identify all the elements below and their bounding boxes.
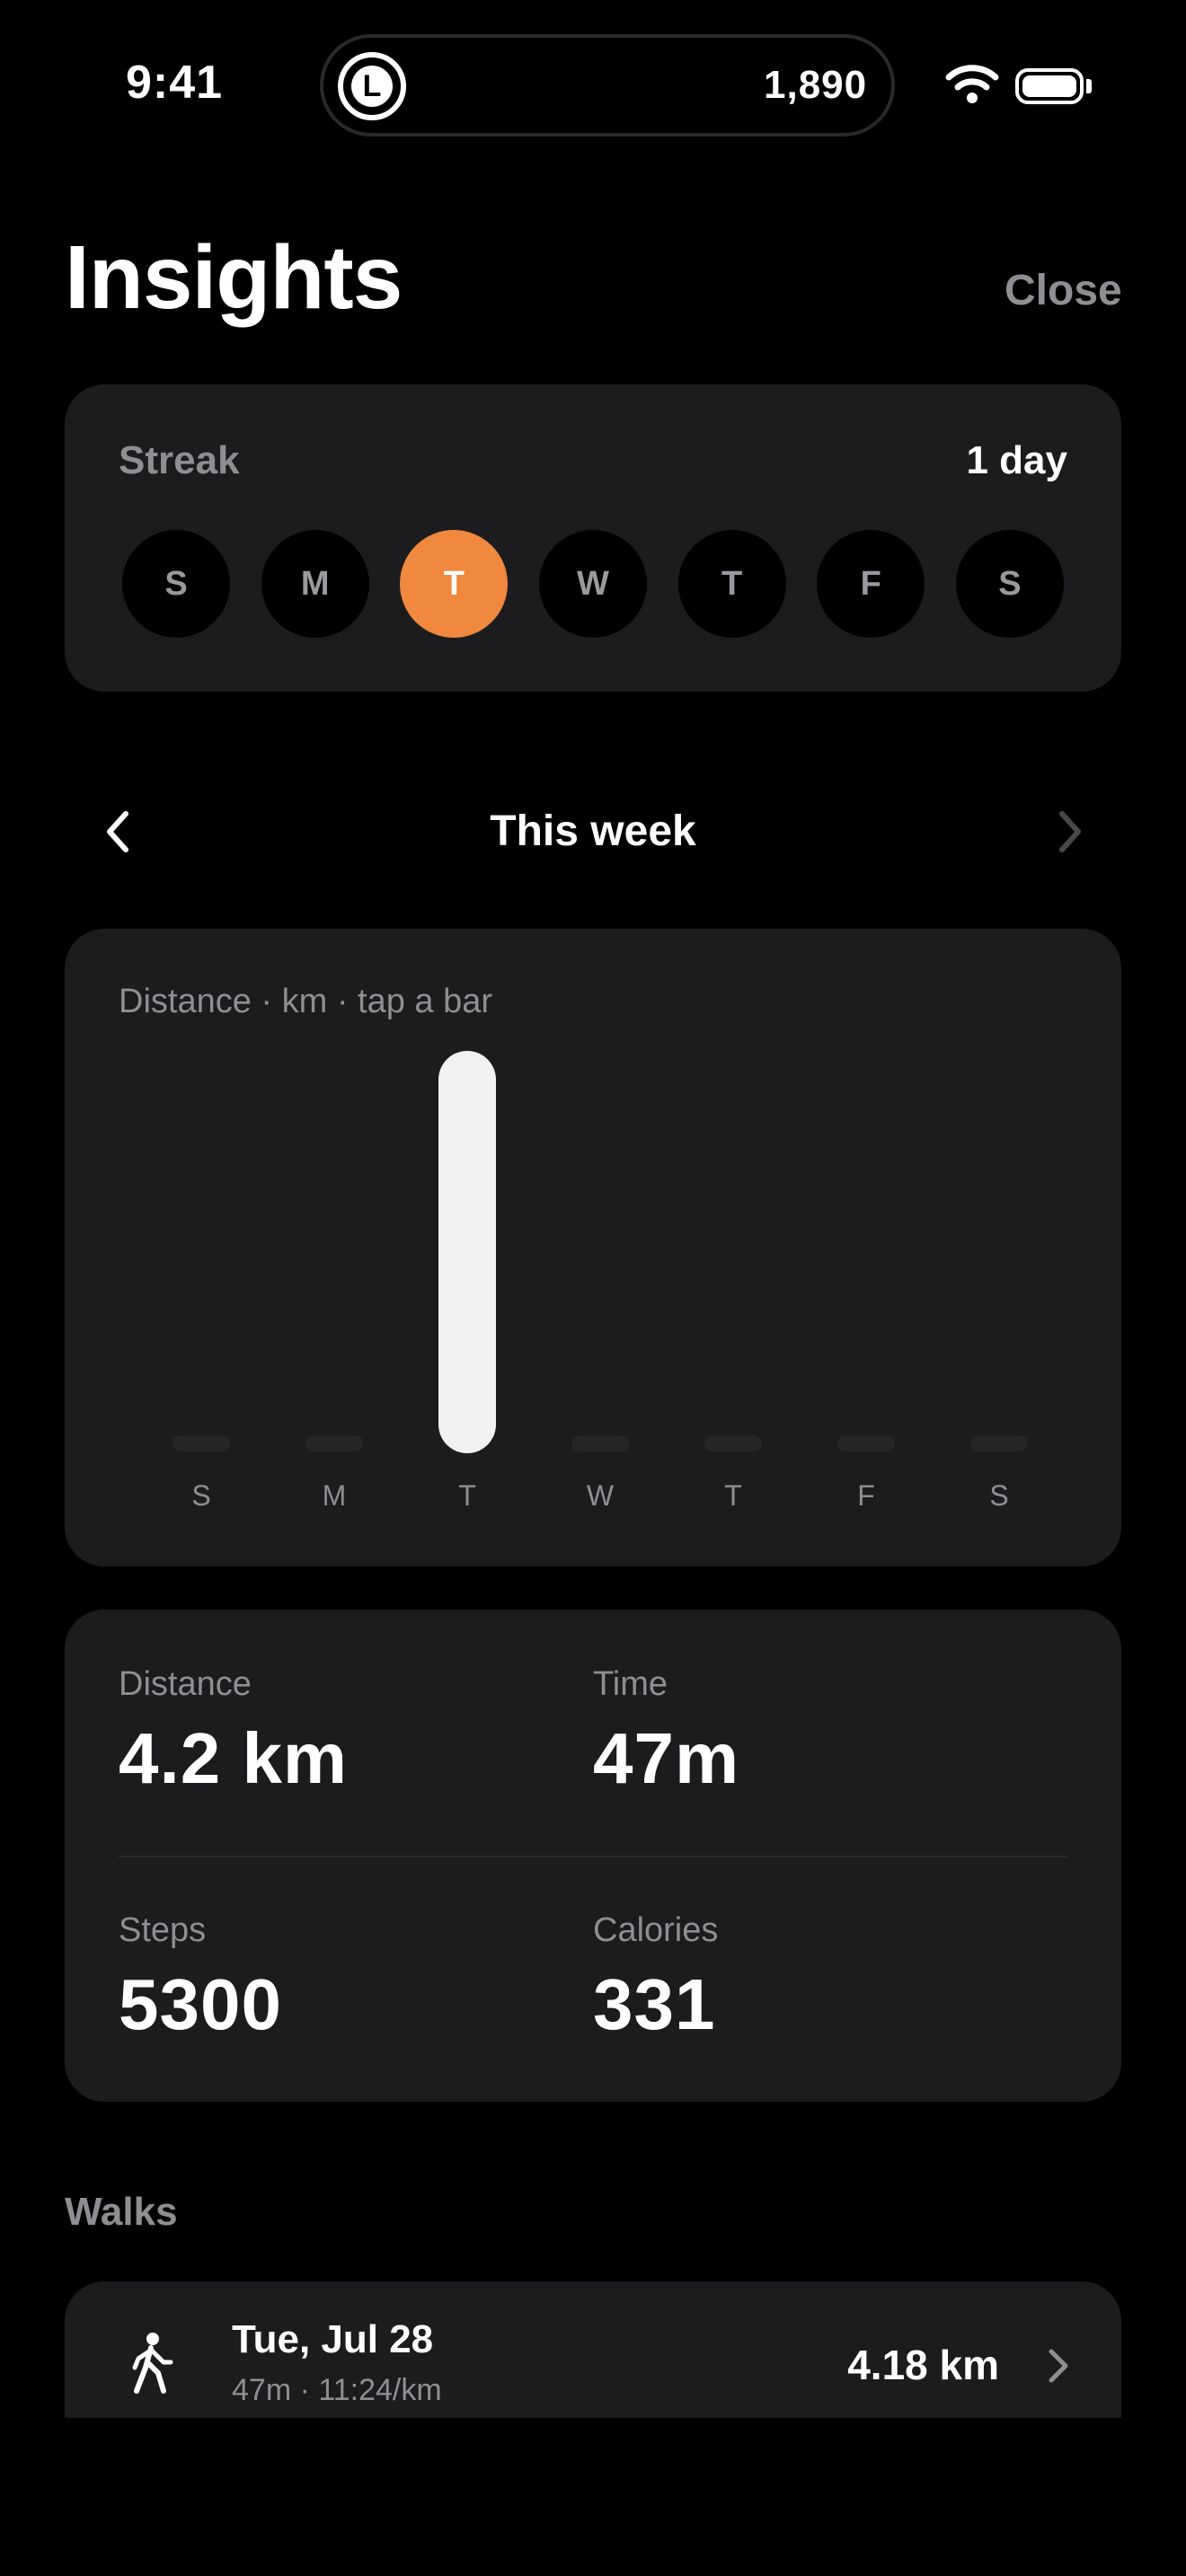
battery-icon — [1015, 68, 1084, 104]
distance-bar-chart[interactable]: SMTWTFS — [119, 1033, 1067, 1518]
streak-day: T — [677, 530, 786, 638]
chart-bar-empty[interactable] — [305, 1435, 363, 1451]
chart-bar-empty[interactable] — [837, 1435, 895, 1451]
time-value: 47m — [593, 1718, 740, 1798]
chevron-right-icon[interactable] — [1051, 805, 1091, 859]
chart-tick-label: M — [323, 1479, 347, 1512]
streak-label: Streak — [119, 438, 240, 482]
chart-tick-label: W — [587, 1479, 615, 1512]
stats-divider — [119, 1856, 1067, 1857]
streak-days-row: S M T W T F S — [122, 530, 1064, 638]
calories-label: Calories — [593, 1911, 719, 1949]
chart-bar-empty[interactable] — [704, 1435, 762, 1451]
streak-value: 1 day — [966, 438, 1067, 482]
calories-value: 331 — [593, 1964, 716, 2044]
chart-tick-label: T — [724, 1479, 742, 1512]
chevron-left-icon[interactable] — [97, 805, 137, 859]
chevron-right-icon — [1049, 2349, 1068, 2383]
chart-bar[interactable] — [438, 1051, 496, 1453]
distance-label: Distance — [119, 1665, 252, 1703]
chart-tick-label: T — [458, 1479, 476, 1512]
steps-label: Steps — [119, 1911, 207, 1949]
wifi-icon — [945, 65, 999, 103]
streak-day: T — [400, 530, 509, 638]
week-title: This week — [490, 807, 696, 855]
chart-bar-empty[interactable] — [173, 1435, 230, 1451]
battery-cap — [1086, 79, 1092, 93]
steps-value: 5300 — [119, 1964, 282, 2044]
streak-day: W — [538, 530, 647, 638]
time-label: Time — [593, 1665, 668, 1703]
chart-tick-label: S — [191, 1479, 210, 1512]
walk-date: Tue, Jul 28 — [232, 2317, 434, 2361]
status-time: 9:41 — [126, 57, 224, 109]
chart-tick-label: S — [989, 1479, 1008, 1512]
close-button[interactable]: Close — [1005, 266, 1122, 315]
walk-distance: 4.18 km — [847, 2342, 999, 2388]
page-title: Insights — [65, 227, 403, 328]
chart-tick-label: F — [857, 1479, 875, 1512]
live-activity-value: 1,890 — [764, 63, 868, 107]
walk-meta: 47m · 11:24/km — [232, 2373, 442, 2407]
streak-day: F — [817, 530, 925, 638]
streak-day: S — [122, 530, 230, 638]
streak-day: M — [261, 530, 369, 638]
walking-person-icon — [132, 2333, 173, 2394]
chart-bar-empty[interactable] — [571, 1435, 629, 1451]
distance-value: 4.2 km — [119, 1718, 349, 1798]
chart-caption: Distance · km · tap a bar — [119, 983, 493, 1020]
live-activity-logo-letter: L — [351, 66, 393, 107]
chart-bar-empty[interactable] — [970, 1435, 1028, 1451]
walks-heading: Walks — [65, 2190, 178, 2234]
streak-day: S — [955, 530, 1064, 638]
live-activity-logo-icon: L — [338, 52, 406, 120]
